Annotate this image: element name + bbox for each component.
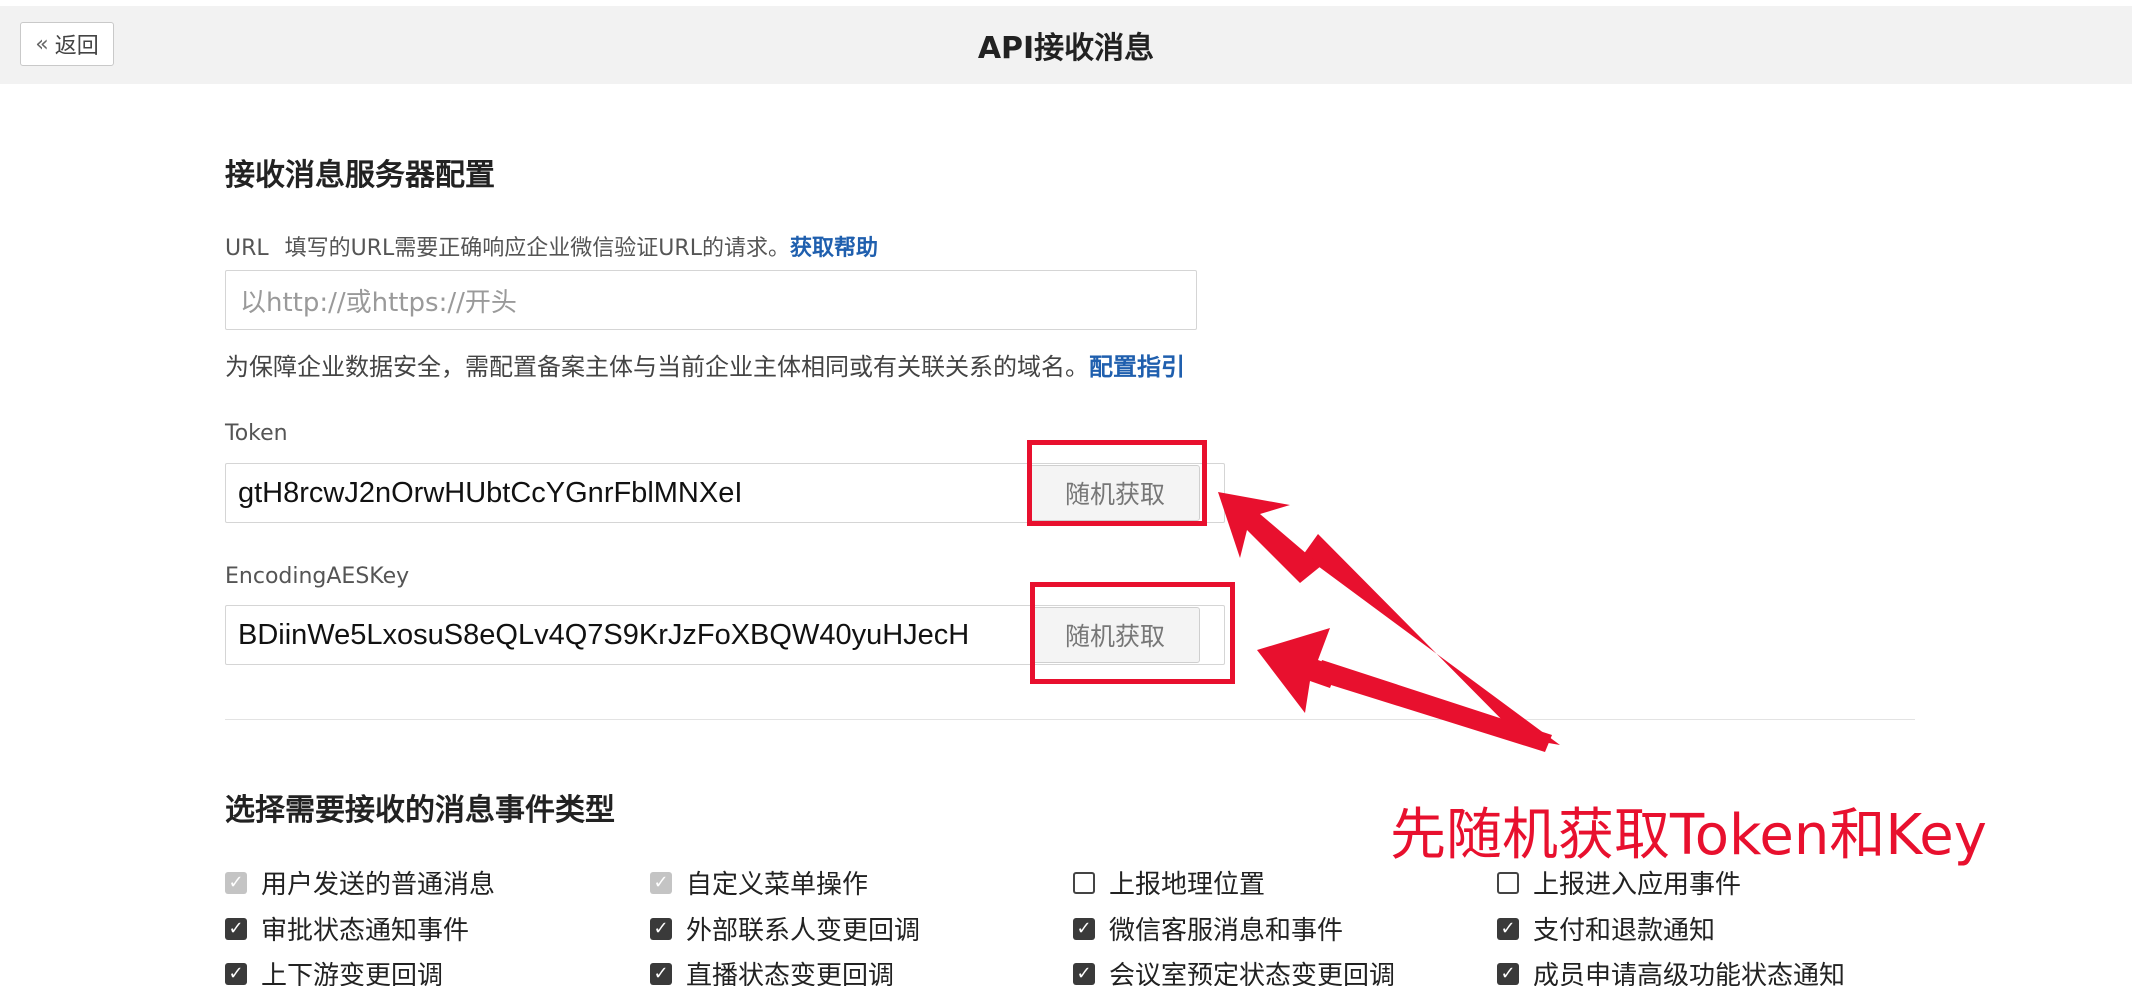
event-option-label: 会议室预定状态变更回调 xyxy=(1109,961,1396,986)
event-option[interactable]: ✓ 直播状态变更回调 xyxy=(650,955,894,986)
event-option-label: 上下游变更回调 xyxy=(261,961,444,986)
back-button-label: 返回 xyxy=(54,34,99,59)
event-option[interactable]: ✓ 审批状态通知事件 xyxy=(225,910,469,947)
event-option-label: 成员申请高级功能状态通知 xyxy=(1533,961,1846,986)
checkbox-checked[interactable]: ✓ xyxy=(225,917,247,940)
back-button[interactable]: « 返回 xyxy=(20,22,114,66)
aes-key-label: EncodingAESKey xyxy=(225,564,410,589)
event-option-label: 微信客服消息和事件 xyxy=(1109,916,1344,946)
event-option-label: 自定义菜单操作 xyxy=(686,870,869,900)
event-option[interactable]: ✓ 用户发送的普通消息 xyxy=(225,864,495,901)
aes-button-highlight xyxy=(1030,582,1235,684)
help-link[interactable]: 获取帮助 xyxy=(790,236,878,261)
config-guide-link[interactable]: 配置指引 xyxy=(1089,353,1185,381)
event-option-label: 支付和退款通知 xyxy=(1533,916,1716,946)
event-option-label: 审批状态通知事件 xyxy=(261,916,470,946)
event-option[interactable]: ✓ 成员申请高级功能状态通知 xyxy=(1497,955,1845,986)
aes-key-value: BDiinWe5LxosuS8eQLv4Q7S9KrJzFoXBQW40yuHJ… xyxy=(238,618,970,651)
section-divider xyxy=(225,719,1915,720)
token-label: Token xyxy=(225,421,288,446)
event-option-label: 用户发送的普通消息 xyxy=(261,870,496,900)
domain-note-text: 为保障企业数据安全，需配置备案主体与当前企业主体相同或有关联关系的域名。 xyxy=(225,353,1089,381)
token-button-highlight xyxy=(1027,440,1207,526)
event-option-label: 外部联系人变更回调 xyxy=(686,916,921,946)
url-placeholder: 以http://或https://开头 xyxy=(240,287,517,318)
domain-note: 为保障企业数据安全，需配置备案主体与当前企业主体相同或有关联关系的域名。配置指引 xyxy=(225,347,1185,382)
checkbox-checked[interactable]: ✓ xyxy=(1497,962,1519,985)
url-hint: 填写的URL需要正确响应企业微信验证URL的请求。 xyxy=(284,236,790,261)
checkbox-checked[interactable]: ✓ xyxy=(650,962,672,985)
event-option-label: 上报地理位置 xyxy=(1109,870,1266,900)
checkbox-disabled-checked: ✓ xyxy=(650,871,672,894)
checkbox-checked[interactable]: ✓ xyxy=(650,917,672,940)
event-option[interactable]: ✓ 支付和退款通知 xyxy=(1497,910,1715,947)
server-config-title: 接收消息服务器配置 xyxy=(225,158,495,193)
annotation-text: 先随机获取Token和Key xyxy=(1390,803,1987,868)
events-title: 选择需要接收的消息事件类型 xyxy=(225,793,615,828)
url-input[interactable]: 以http://或https://开头 xyxy=(225,270,1197,330)
checkbox-checked[interactable]: ✓ xyxy=(1497,917,1519,940)
event-option[interactable]: 上报地理位置 xyxy=(1073,864,1265,901)
double-chevron-left-icon: « xyxy=(35,31,49,57)
url-label: URL xyxy=(225,236,269,261)
event-option[interactable]: ✓ 会议室预定状态变更回调 xyxy=(1073,955,1395,986)
top-bar: API接收消息 « 返回 xyxy=(0,6,2132,84)
url-label-row: URL 填写的URL需要正确响应企业微信验证URL的请求。获取帮助 xyxy=(225,230,878,262)
arrow-to-aes-button xyxy=(1257,628,1552,752)
event-option[interactable]: ✓ 外部联系人变更回调 xyxy=(650,910,920,947)
checkbox-checked[interactable]: ✓ xyxy=(1073,962,1095,985)
checkbox-unchecked[interactable] xyxy=(1497,871,1519,894)
checkbox-disabled-checked: ✓ xyxy=(225,871,247,894)
page: API接收消息 « 返回 接收消息服务器配置 URL 填写的URL需要正确响应企业… xyxy=(0,0,2132,986)
event-option[interactable]: ✓ 微信客服消息和事件 xyxy=(1073,910,1343,947)
checkbox-checked[interactable]: ✓ xyxy=(1073,917,1095,940)
event-option[interactable]: ✓ 上下游变更回调 xyxy=(225,955,443,986)
checkbox-unchecked[interactable] xyxy=(1073,871,1095,894)
arrow-to-token-button xyxy=(1218,492,1560,745)
page-title: API接收消息 xyxy=(977,31,1155,66)
event-option[interactable]: ✓ 自定义菜单操作 xyxy=(650,864,868,901)
event-option-label: 直播状态变更回调 xyxy=(686,961,895,986)
token-value: gtH8rcwJ2nOrwHUbtCcYGnrFblMNXeI xyxy=(238,476,743,509)
checkbox-checked[interactable]: ✓ xyxy=(225,962,247,985)
